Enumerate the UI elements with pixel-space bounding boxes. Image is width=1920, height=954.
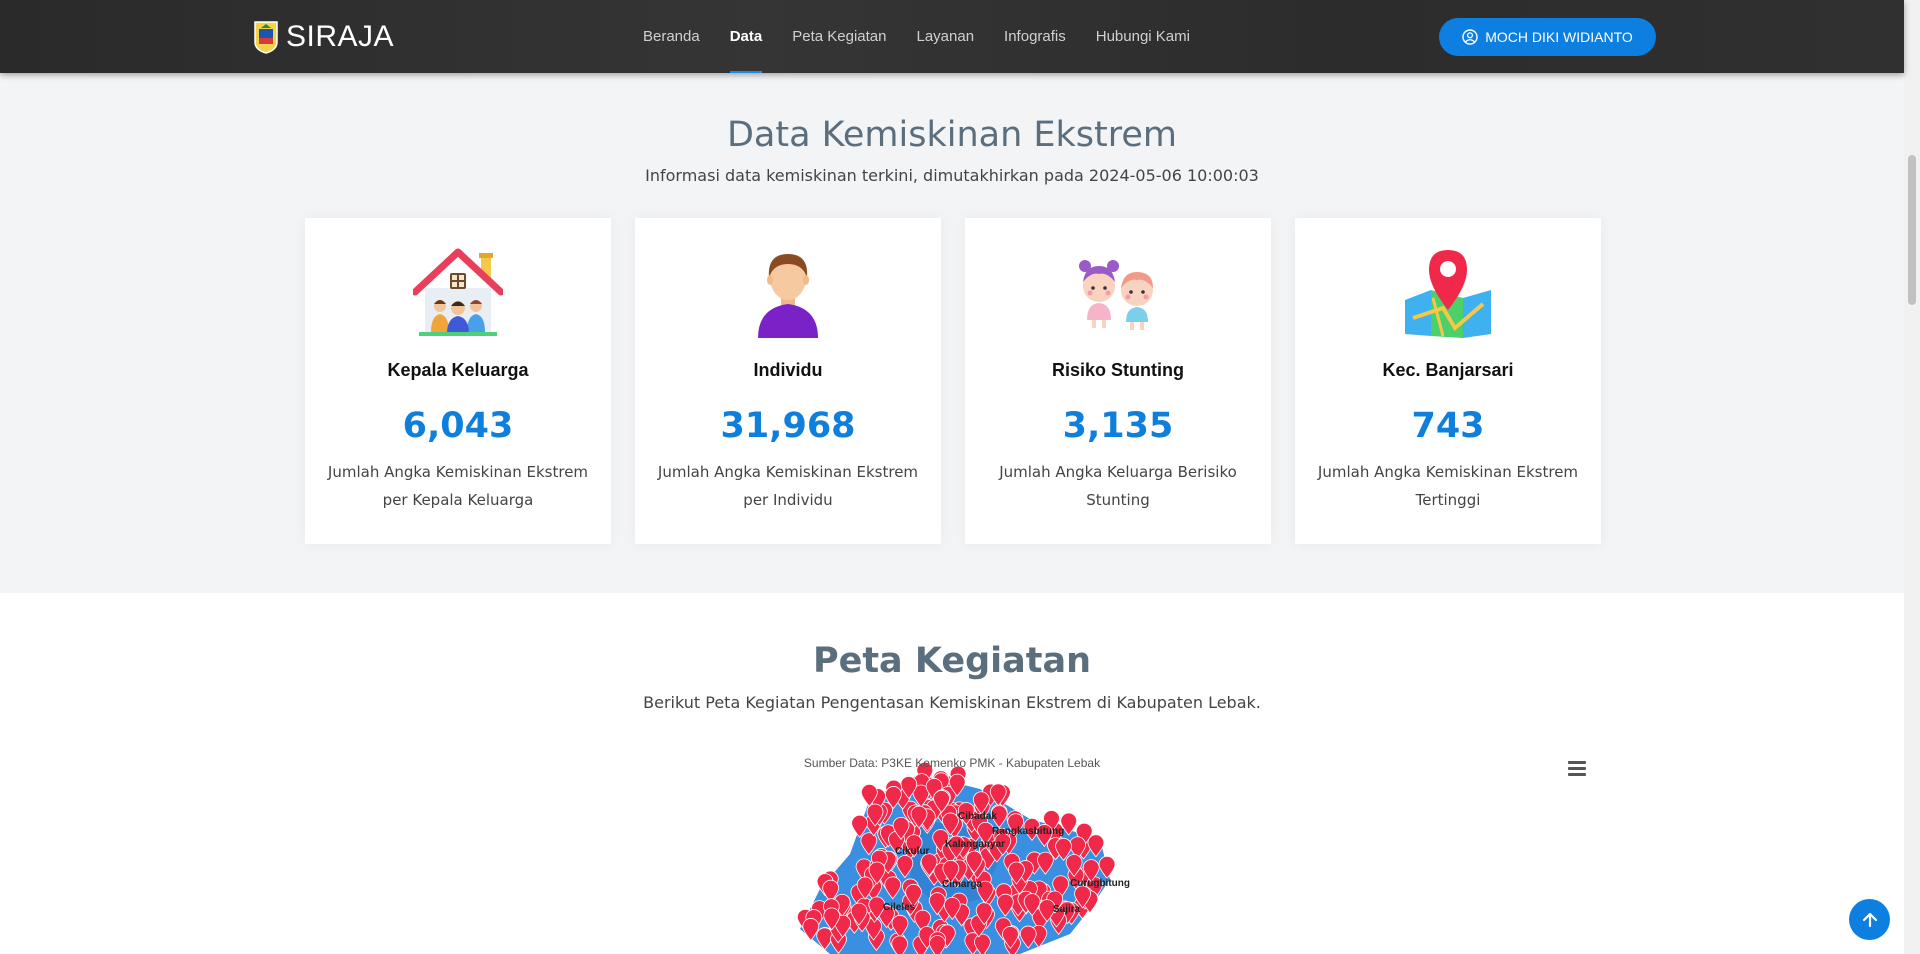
stat-card-risiko-stunting: Risiko Stunting 3,135 Jumlah Angka Kelua…	[965, 218, 1271, 544]
brand-name: SIRAJA	[286, 20, 395, 53]
stats-title: Data Kemiskinan Ekstrem	[726, 115, 1177, 155]
nav-peta-kegiatan[interactable]: Peta Kegiatan	[777, 0, 901, 73]
map-place-label: Rangkasbitung	[992, 826, 1064, 837]
stat-card-individu: Individu 31,968 Jumlah Angka Kemiskinan …	[635, 218, 941, 544]
map-place-label: Kalanganyar	[945, 839, 1005, 850]
map-section: Peta Kegiatan Berikut Peta Kegiatan Peng…	[0, 593, 1904, 954]
scrollbar-thumb[interactable]	[1908, 155, 1916, 305]
page-scrollbar[interactable]	[1904, 0, 1920, 954]
main-nav: Beranda Data Peta Kegiatan Layanan Infog…	[628, 0, 1205, 73]
card-description: Jumlah Angka Kemiskinan Ekstrem per Kepa…	[327, 463, 589, 509]
map-place-label: Cimarga	[942, 879, 982, 890]
nav-beranda[interactable]: Beranda	[628, 0, 715, 73]
map-place-label: Curugbitung	[1070, 878, 1130, 889]
map-source-credit: Sumber Data: P3KE Kemenko PMK - Kabupate…	[803, 756, 1101, 770]
map-place-label: Cileles	[883, 902, 916, 913]
card-description: Jumlah Angka Keluarga Berisiko Stunting	[999, 463, 1237, 509]
top-navbar: SIRAJA Beranda Data Peta Kegiatan Layana…	[0, 0, 1904, 73]
scroll-to-top-button[interactable]	[1849, 899, 1890, 940]
person-icon	[758, 254, 818, 338]
map-place-label: Cikulur	[895, 846, 930, 857]
brand[interactable]: SIRAJA	[252, 20, 394, 54]
arrow-up-icon	[1862, 912, 1877, 927]
nav-hubungi-kami[interactable]: Hubungi Kami	[1081, 0, 1205, 73]
nav-layanan[interactable]: Layanan	[901, 0, 989, 73]
card-title: Risiko Stunting	[1052, 360, 1184, 380]
user-circle-icon	[1462, 29, 1478, 45]
nav-data[interactable]: Data	[715, 0, 778, 73]
card-title: Individu	[753, 360, 823, 380]
card-title: Kepala Keluarga	[387, 360, 529, 380]
map-subtitle: Berikut Peta Kegiatan Pengentasan Kemisk…	[643, 693, 1261, 712]
user-account-button[interactable]: MOCH DIKI WIDIANTO	[1439, 18, 1656, 56]
user-name: MOCH DIKI WIDIANTO	[1485, 29, 1633, 45]
card-value: 31,968	[720, 406, 856, 446]
card-description: Jumlah Angka Kemiskinan Ekstrem Tertingg…	[1317, 463, 1579, 509]
stats-subtitle: Informasi data kemiskinan terkini, dimut…	[645, 166, 1259, 185]
card-value: 3,135	[1062, 406, 1174, 446]
stat-card-kec-banjarsari: Kec. Banjarsari 743 Jumlah Angka Kemiski…	[1295, 218, 1601, 544]
map-place-label: Sajira	[1053, 904, 1081, 915]
map-pin-icon	[1405, 250, 1491, 338]
map-title: Peta Kegiatan	[812, 641, 1092, 681]
nav-infografis[interactable]: Infografis	[989, 0, 1081, 73]
card-description: Jumlah Angka Kemiskinan Ekstrem per Indi…	[657, 463, 919, 509]
stat-card-kepala-keluarga: Kepala Keluarga 6,043 Jumlah Angka Kemis…	[305, 218, 611, 544]
card-value: 6,043	[402, 406, 514, 446]
card-value: 743	[1411, 406, 1485, 446]
map-place-label: Cibadak	[958, 811, 997, 822]
children-icon	[1079, 260, 1153, 330]
stats-section: Data Kemiskinan Ekstrem Informasi data k…	[0, 73, 1904, 593]
family-house-icon	[413, 248, 503, 336]
activity-map[interactable]: Cibadak Rangkasbitung Kalanganyar Cikulur Ci…	[770, 759, 1170, 954]
lebak-emblem-icon	[254, 21, 278, 54]
card-title: Kec. Banjarsari	[1382, 360, 1514, 380]
